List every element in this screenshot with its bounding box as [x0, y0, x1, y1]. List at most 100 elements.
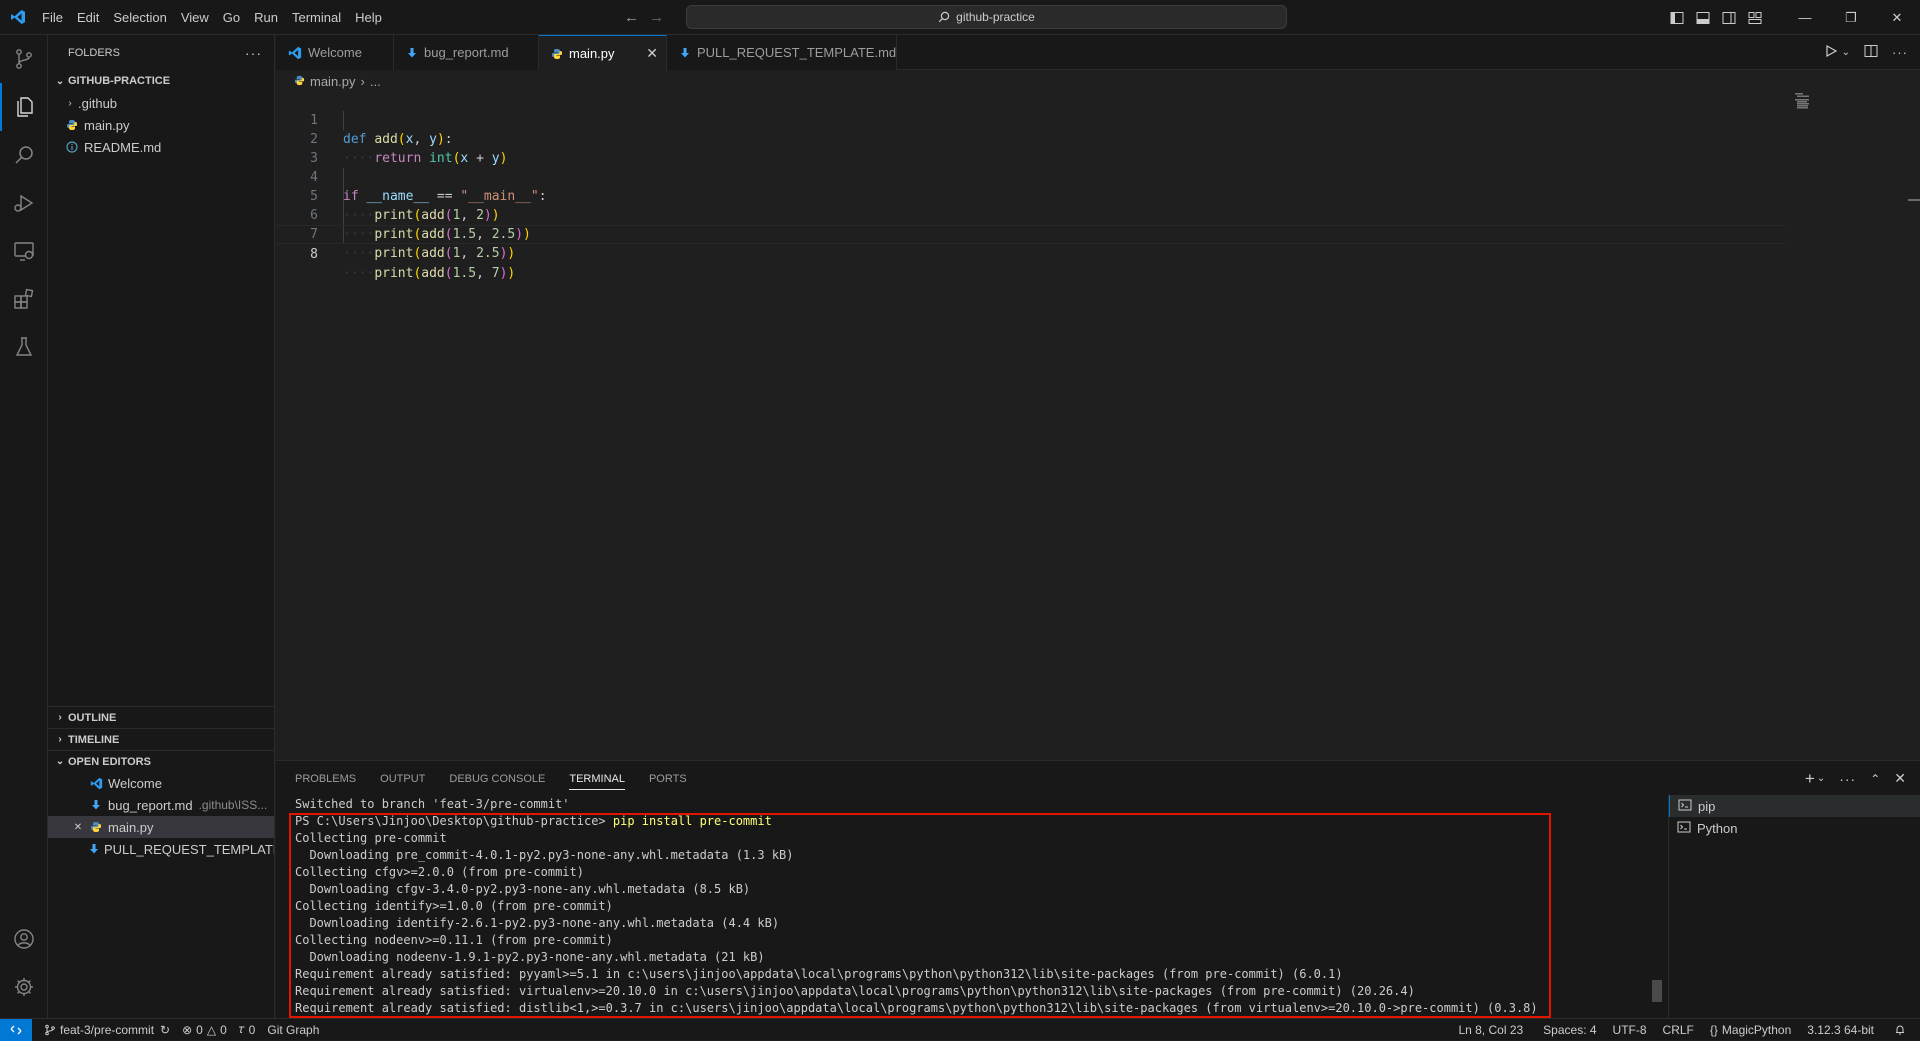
warning-icon: △ — [206, 1022, 217, 1037]
restore-icon[interactable]: ❐ — [1828, 10, 1874, 26]
close-window-icon[interactable]: ✕ — [1874, 10, 1920, 26]
search-icon[interactable] — [0, 131, 48, 179]
editor-tabs: Welcome bug_report.md main.py ✕ PULL_REQ… — [276, 35, 1920, 71]
tree-item-readme[interactable]: README.md — [48, 136, 274, 158]
tab-bug-report[interactable]: bug_report.md — [394, 35, 539, 70]
remote-explorer-icon[interactable] — [0, 227, 48, 275]
minimap[interactable] — [1795, 93, 1819, 109]
open-editor-pr-template[interactable]: PULL_REQUEST_TEMPLATE... — [48, 838, 274, 860]
remote-indicator[interactable] — [0, 1018, 32, 1041]
toggle-primary-sidebar-icon[interactable] — [1664, 11, 1690, 25]
breadcrumb-file[interactable]: main.py — [310, 74, 356, 89]
terminal-prompt: PS C:\Users\Jinjoo\Desktop\github-practi… — [295, 814, 613, 828]
timeline-section[interactable]: › TIMELINE — [48, 728, 274, 750]
toggle-panel-icon[interactable] — [1690, 11, 1716, 25]
tab-debug-console[interactable]: DEBUG CONSOLE — [449, 761, 545, 796]
explorer-sidebar: FOLDERS ··· ⌄ GITHUB-PRACTICE › .github … — [48, 35, 275, 1018]
menu-edit[interactable]: Edit — [70, 0, 106, 35]
end-of-line[interactable]: CRLF — [1657, 1023, 1700, 1037]
ports-status[interactable]: 𝜏 0 — [233, 1022, 262, 1037]
chevron-right-icon: › — [58, 712, 62, 723]
git-branch-status[interactable]: feat-3/pre-commit ↻ — [38, 1023, 176, 1037]
chevron-down-icon[interactable]: ⌄ — [1842, 47, 1850, 58]
manage-gear-icon[interactable] — [0, 963, 48, 1011]
maximize-panel-chevron-up-icon[interactable]: ⌃ — [1870, 772, 1880, 786]
language-mode[interactable]: {} MagicPython — [1704, 1023, 1797, 1037]
open-editor-path: .github\ISS... — [198, 798, 268, 812]
tab-pull-request-template[interactable]: PULL_REQUEST_TEMPLATE.md — [667, 35, 897, 70]
menu-run[interactable]: Run — [247, 0, 285, 35]
python-interpreter[interactable]: 3.12.3 64-bit — [1801, 1023, 1880, 1037]
overview-ruler-marker — [1908, 199, 1920, 201]
menu-file[interactable]: File — [35, 0, 70, 35]
arrow-right-icon[interactable]: → — [649, 9, 664, 26]
tab-output[interactable]: OUTPUT — [380, 761, 425, 796]
tab-problems[interactable]: PROBLEMS — [295, 761, 356, 796]
tree-item-main-py[interactable]: main.py — [48, 114, 274, 136]
new-terminal-plus-icon[interactable]: + — [1805, 769, 1815, 789]
chevron-down-icon: ⌄ — [55, 75, 65, 87]
minimize-icon[interactable]: — — [1782, 10, 1828, 25]
extensions-icon[interactable] — [0, 275, 48, 323]
arrow-left-icon[interactable]: ← — [624, 9, 639, 26]
open-editors-section[interactable]: ⌄ OPEN EDITORS — [48, 750, 274, 772]
tree-item-label: main.py — [84, 117, 130, 133]
menu-terminal[interactable]: Terminal — [285, 0, 348, 35]
tab-terminal[interactable]: TERMINAL — [569, 761, 625, 796]
customize-layout-icon[interactable] — [1742, 11, 1768, 25]
code-text: ····print(add(1.5, 7)) — [343, 266, 516, 281]
chevron-right-icon: › — [58, 734, 62, 745]
terminal-item-label: Python — [1697, 820, 1738, 836]
close-tab-icon[interactable]: ✕ — [646, 45, 658, 62]
more-actions-icon[interactable]: ··· — [1839, 771, 1856, 787]
encoding[interactable]: UTF-8 — [1607, 1023, 1653, 1037]
git-graph-status[interactable]: Git Graph — [261, 1023, 325, 1037]
menu-go[interactable]: Go — [216, 0, 247, 35]
code-editor[interactable]: 1 def add(x, y): 2 ····return int(x + y)… — [276, 92, 1920, 760]
indentation[interactable]: Spaces: 4 — [1537, 1023, 1602, 1037]
more-actions-icon[interactable]: ··· — [245, 45, 262, 61]
accounts-icon[interactable] — [0, 915, 48, 963]
open-editor-welcome[interactable]: Welcome — [48, 772, 274, 794]
menu-help[interactable]: Help — [348, 0, 389, 35]
testing-icon[interactable] — [0, 323, 48, 371]
terminal-line: Requirement already satisfied: virtualen… — [295, 984, 1415, 998]
tree-item-github-folder[interactable]: › .github — [48, 92, 274, 114]
more-actions-icon[interactable]: ··· — [1892, 45, 1908, 60]
open-editor-main-py[interactable]: ✕ main.py — [48, 816, 274, 838]
chevron-down-icon[interactable]: ⌄ — [1817, 773, 1825, 784]
terminal-line: Requirement already satisfied: distlib<1… — [295, 1001, 1538, 1015]
outline-section[interactable]: › OUTLINE — [48, 706, 274, 728]
problems-status[interactable]: ⊗ 0 △ 0 — [176, 1023, 233, 1037]
tab-welcome[interactable]: Welcome — [276, 35, 394, 70]
terminal-item-python[interactable]: Python — [1669, 817, 1920, 839]
notifications-bell-icon[interactable] — [1888, 1024, 1912, 1036]
command-center-search[interactable]: github-practice — [686, 5, 1287, 29]
menu-view[interactable]: View — [174, 0, 216, 35]
folder-root[interactable]: ⌄ GITHUB-PRACTICE — [48, 70, 274, 92]
terminal-item-pip[interactable]: pip — [1669, 795, 1920, 817]
close-icon[interactable]: ✕ — [70, 822, 86, 833]
explorer-icon[interactable] — [0, 83, 48, 131]
source-control-icon[interactable] — [0, 35, 48, 83]
close-panel-icon[interactable]: ✕ — [1894, 770, 1906, 787]
code-line: 3 — [276, 130, 1786, 166]
tab-main-py[interactable]: main.py ✕ — [539, 35, 667, 71]
menu-selection[interactable]: Selection — [106, 0, 173, 35]
run-debug-icon[interactable] — [0, 179, 48, 227]
open-editor-bug-report[interactable]: bug_report.md .github\ISS... — [48, 794, 274, 816]
terminal-scrollbar[interactable] — [1652, 980, 1662, 1002]
terminal-item-label: pip — [1698, 798, 1716, 814]
run-python-file-icon[interactable] — [1824, 44, 1838, 61]
tab-label: Welcome — [308, 45, 362, 60]
toggle-secondary-sidebar-icon[interactable] — [1716, 11, 1742, 25]
terminal-line: Switched to branch 'feat-3/pre-commit' — [295, 797, 570, 811]
terminal-output[interactable]: Switched to branch 'feat-3/pre-commit' P… — [295, 796, 1621, 1019]
breadcrumb-symbols[interactable]: ... — [370, 74, 381, 89]
tab-ports[interactable]: PORTS — [649, 761, 687, 796]
title-bar: File Edit Selection View Go Run Terminal… — [0, 0, 1920, 35]
terminal-line: Collecting cfgv>=2.0.0 (from pre-commit) — [295, 865, 584, 879]
remote-icon — [10, 1025, 22, 1034]
cursor-position[interactable]: Ln 8, Col 23 — [1452, 1023, 1529, 1037]
split-editor-icon[interactable] — [1864, 44, 1878, 61]
